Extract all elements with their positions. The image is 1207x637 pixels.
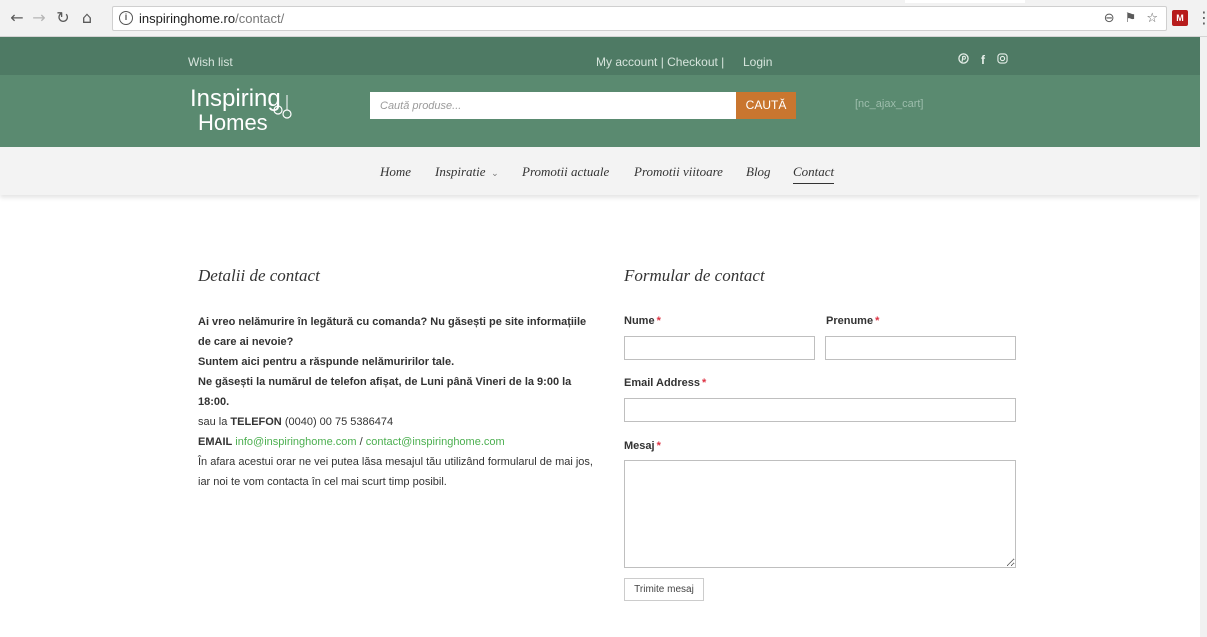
bookmark-star-icon[interactable]: ☆	[1146, 10, 1158, 26]
search-button[interactable]: CAUTĂ	[736, 92, 796, 119]
contact-details-text: Ai vreo nelămurire în legătură cu comand…	[198, 312, 598, 492]
contact-question: Ai vreo nelămurire în legătură cu comand…	[198, 316, 587, 348]
prenume-label-text: Prenume	[826, 315, 874, 327]
email-address-label: Email Address *	[624, 377, 706, 389]
required-mark: *	[875, 315, 880, 327]
chevron-down-icon: ⌄	[488, 168, 499, 178]
facebook-icon[interactable]: f	[981, 53, 985, 67]
phone-prefix: sau la	[198, 416, 228, 428]
nav-item-contact[interactable]: Contact	[793, 164, 835, 184]
nav-item-inspiratie-label: Inspiratie	[435, 164, 486, 179]
contact-phone: sau la TELEFON (0040) 00 75 5386474	[198, 412, 598, 432]
phone-number: (0040) 00 75 5386474	[284, 416, 394, 428]
social-links: f	[958, 53, 1008, 67]
nav-item-promotii-actuale[interactable]: Promotii actuale	[522, 164, 609, 180]
zoom-icon[interactable]: ⊖	[1104, 10, 1115, 26]
url-text[interactable]: inspiringhome.ro/contact/	[139, 11, 284, 26]
forward-icon[interactable]: →	[30, 9, 48, 27]
back-icon[interactable]: ←	[8, 9, 26, 27]
contact-hours: Ne găsești la numărul de telefon afișat,…	[198, 376, 572, 408]
prenume-field[interactable]	[825, 336, 1016, 360]
prenume-label: Prenume *	[826, 315, 879, 327]
browser-menu-icon[interactable]: ⋮	[1196, 8, 1207, 28]
translate-icon[interactable]: ⚑	[1125, 10, 1137, 26]
browser-toolbar: ← → ↻ ⌂ i inspiringhome.ro/contact/ ⊖ ⚑ …	[0, 0, 1207, 37]
required-mark: *	[702, 377, 707, 389]
reload-icon[interactable]: ↻	[54, 9, 72, 27]
nav-item-home[interactable]: Home	[380, 164, 411, 180]
lightbulb-icon	[273, 95, 292, 119]
email-label: EMAIL	[198, 436, 233, 448]
mesaj-textarea[interactable]	[624, 460, 1016, 568]
home-icon[interactable]: ⌂	[78, 9, 96, 27]
cart-shortcode: [nc_ajax_cart]	[855, 98, 924, 110]
info-icon[interactable]: i	[119, 11, 133, 25]
nav-item-inspiratie[interactable]: Inspiratie ⌄	[435, 164, 499, 180]
account-checkout-link[interactable]: My account | Checkout |	[596, 55, 724, 69]
logo-line-2: Homes	[198, 110, 268, 135]
url-host: inspiringhome.ro	[139, 11, 236, 26]
url-path: /contact/	[235, 11, 285, 26]
instagram-icon[interactable]	[997, 53, 1008, 64]
tab-strip	[905, 0, 1025, 3]
nume-label-text: Nume	[624, 315, 655, 327]
contact-form-title: Formular de contact	[624, 266, 765, 285]
nav-item-promotii-viitoare[interactable]: Promotii viitoare	[634, 164, 723, 180]
email-address-label-text: Email Address	[624, 377, 701, 389]
contact-details-title: Detalii de contact	[198, 266, 320, 285]
login-link[interactable]: Login	[743, 55, 772, 69]
nume-field[interactable]	[624, 336, 815, 360]
required-mark: *	[656, 440, 661, 452]
site-logo[interactable]: Inspiring Homes	[188, 81, 298, 141]
nume-label: Nume *	[624, 315, 661, 327]
logo-line-1: Inspiring	[190, 85, 281, 112]
pinterest-icon[interactable]	[958, 53, 969, 64]
email-field[interactable]	[624, 398, 1016, 422]
required-mark: *	[656, 315, 661, 327]
email-separator: /	[359, 436, 363, 448]
mesaj-label: Mesaj *	[624, 440, 661, 452]
search-input[interactable]	[370, 92, 736, 119]
omnibox-actions: ⊖ ⚑ ☆	[1104, 10, 1158, 26]
phone-label: TELEFON	[230, 416, 282, 428]
nav-item-blog[interactable]: Blog	[746, 164, 771, 180]
mesaj-label-text: Mesaj	[624, 440, 655, 452]
email-contact-link[interactable]: contact@inspiringhome.com	[366, 436, 505, 448]
contact-email: EMAIL info@inspiringhome.com / contact@i…	[198, 432, 598, 452]
scrollbar[interactable]	[1200, 37, 1207, 637]
address-bar[interactable]: i inspiringhome.ro/contact/ ⊖ ⚑ ☆	[112, 6, 1167, 31]
extension-icon[interactable]: M	[1172, 10, 1188, 26]
wish-list-link[interactable]: Wish list	[188, 55, 233, 69]
send-message-button[interactable]: Trimite mesaj	[624, 578, 704, 601]
contact-form-hint: În afara acestui orar ne vei putea lăsa …	[198, 456, 593, 488]
contact-help-line: Suntem aici pentru a răspunde nelămuriri…	[198, 356, 455, 368]
email-info-link[interactable]: info@inspiringhome.com	[235, 436, 356, 448]
